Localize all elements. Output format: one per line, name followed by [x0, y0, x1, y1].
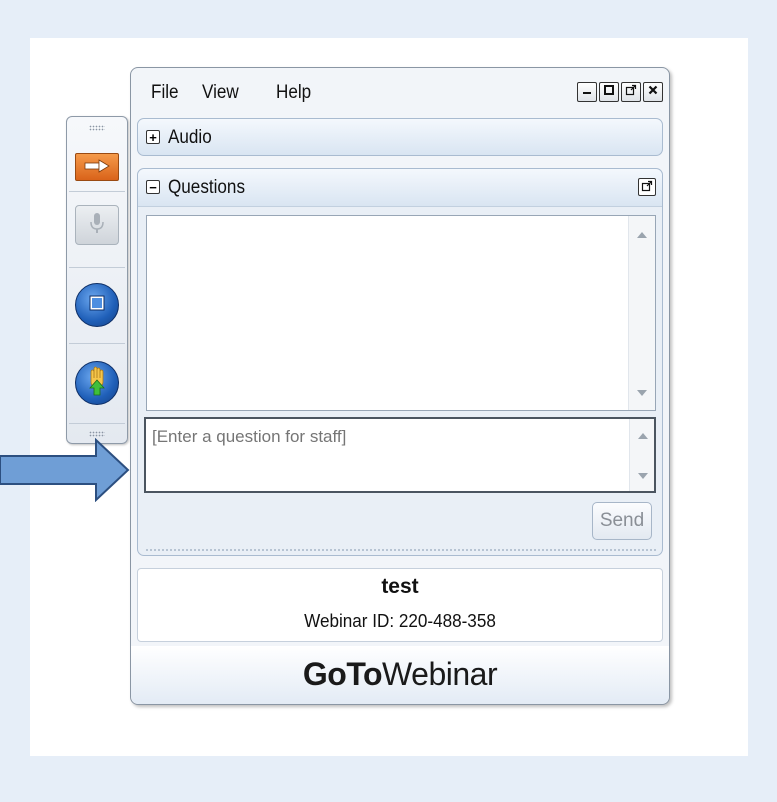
raise-hand-icon: [84, 366, 110, 401]
popout-icon: [641, 180, 653, 195]
question-input-scrollbar[interactable]: [629, 419, 654, 491]
menu-view[interactable]: View: [202, 82, 239, 104]
gotowebinar-control-panel: File View Help + Audio − Questions [Ente…: [130, 67, 670, 705]
webinar-id: Webinar ID: 220-488-358: [304, 611, 496, 631]
questions-section-label: Questions: [168, 177, 245, 198]
strip-divider: [69, 343, 125, 344]
brand-regular-part: Webinar: [382, 656, 498, 692]
menu-bar: File View Help: [131, 68, 669, 114]
send-button[interactable]: Send: [592, 502, 652, 540]
questions-section: − Questions Send: [137, 168, 663, 556]
drag-grip-bottom[interactable]: [89, 431, 105, 437]
maximize-button[interactable]: [599, 82, 619, 102]
microphone-icon: [89, 211, 105, 240]
control-panel-strip: [66, 116, 128, 444]
audio-section-label: Audio: [168, 127, 212, 148]
question-input-box: [144, 417, 656, 493]
scroll-up-icon[interactable]: [638, 433, 648, 439]
question-input[interactable]: [152, 427, 622, 483]
scroll-down-icon[interactable]: [638, 473, 648, 479]
popout-window-button[interactable]: [621, 82, 641, 102]
menu-help[interactable]: Help: [276, 82, 311, 104]
audio-section-header[interactable]: + Audio: [137, 118, 663, 156]
minimize-button[interactable]: [577, 82, 597, 102]
arrow-right-icon: [84, 157, 110, 178]
window-controls: [577, 82, 663, 102]
raise-hand-button[interactable]: [75, 361, 119, 405]
brand-bold-part: GoTo: [302, 656, 383, 692]
screen-icon: [87, 293, 107, 318]
close-icon: [647, 83, 659, 101]
brand-footer: GoToWebinar: [131, 646, 669, 704]
questions-section-header[interactable]: − Questions: [138, 169, 662, 207]
strip-divider: [69, 191, 125, 192]
show-hide-panel-button[interactable]: [75, 153, 119, 181]
menu-file[interactable]: File: [151, 82, 179, 104]
questions-log[interactable]: [146, 215, 656, 411]
section-resize-divider[interactable]: [146, 549, 656, 551]
strip-divider: [69, 267, 125, 268]
scroll-down-icon[interactable]: [637, 390, 647, 396]
minimize-icon: [581, 83, 593, 101]
questions-log-scrollbar[interactable]: [628, 216, 655, 410]
popout-questions-button[interactable]: [638, 178, 656, 196]
scroll-up-icon[interactable]: [637, 232, 647, 238]
callout-arrow-icon: [0, 438, 130, 502]
collapse-icon[interactable]: −: [146, 180, 160, 194]
screen-viewer-button[interactable]: [75, 283, 119, 327]
session-name: test: [381, 575, 419, 598]
drag-grip-top[interactable]: [89, 125, 105, 131]
strip-divider: [69, 423, 125, 424]
popout-icon: [625, 83, 637, 101]
session-info: test Webinar ID: 220-488-358: [137, 568, 663, 642]
microphone-button[interactable]: [75, 205, 119, 245]
maximize-icon: [603, 83, 615, 101]
expand-icon[interactable]: +: [146, 130, 160, 144]
close-button[interactable]: [643, 82, 663, 102]
gotowebinar-logo: GoToWebinar: [131, 656, 669, 693]
